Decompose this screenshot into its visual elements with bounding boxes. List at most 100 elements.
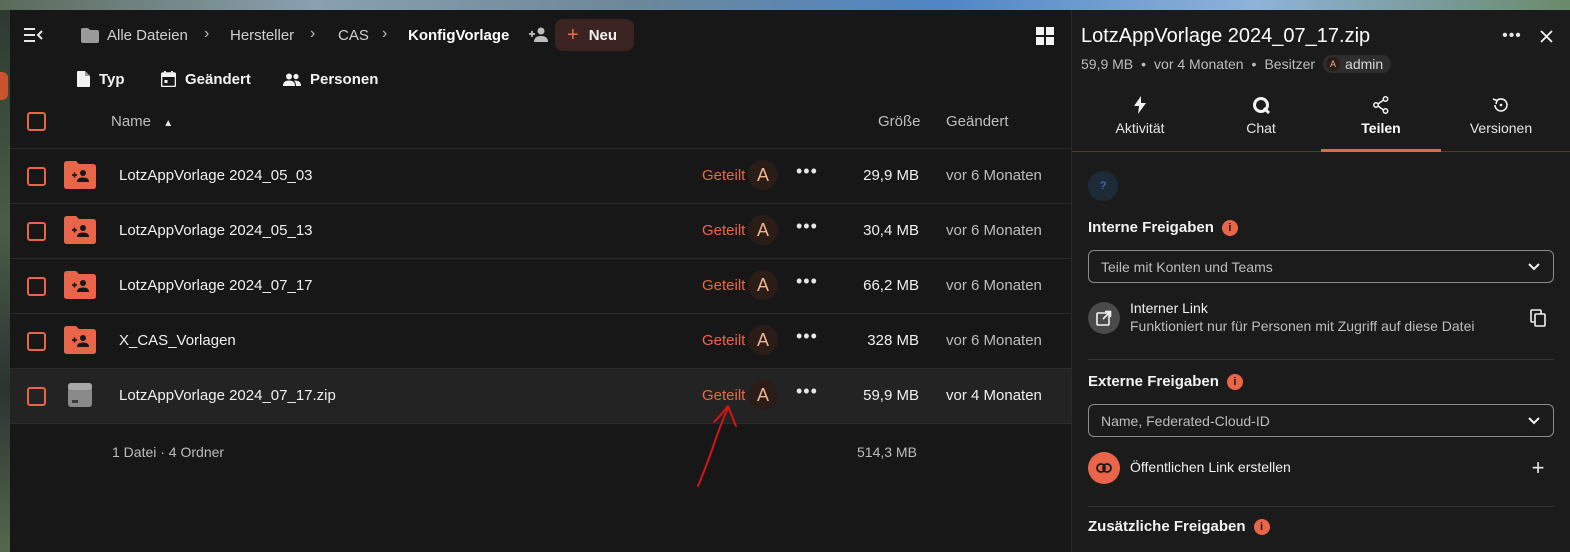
- avatar[interactable]: A: [748, 270, 778, 300]
- sidebar-file-size: 59,9 MB: [1081, 56, 1134, 72]
- more-actions-icon[interactable]: •••: [796, 216, 818, 237]
- internal-link-title: Interner Link: [1130, 300, 1208, 316]
- file-name[interactable]: LotzAppVorlage 2024_07_17: [119, 277, 313, 294]
- file-size: 66,2 MB: [863, 277, 919, 294]
- owner-chip[interactable]: A admin: [1323, 55, 1392, 73]
- more-actions-icon[interactable]: •••: [796, 326, 818, 347]
- details-sidebar: LotzAppVorlage 2024_07_17.zip ••• 59,9 M…: [1071, 10, 1570, 552]
- column-header-changed[interactable]: Geändert: [946, 113, 1009, 130]
- file-name[interactable]: LotzAppVorlage 2024_05_03: [119, 167, 313, 184]
- tab-share[interactable]: Teilen: [1321, 94, 1441, 152]
- table-row[interactable]: LotzAppVorlage 2024_05_03 Geteilt A ••• …: [10, 148, 1071, 203]
- more-actions-icon[interactable]: •••: [796, 161, 818, 182]
- desktop-background-top: [0, 0, 1570, 10]
- filter-type-button[interactable]: Typ: [77, 68, 125, 90]
- close-icon[interactable]: [1534, 24, 1558, 48]
- grid-view-icon[interactable]: [1035, 26, 1055, 46]
- more-actions-icon[interactable]: •••: [796, 381, 818, 402]
- shared-status-link[interactable]: Geteilt: [702, 222, 745, 239]
- internal-share-select[interactable]: Teile mit Konten und Teams: [1088, 250, 1554, 283]
- row-checkbox[interactable]: [27, 167, 46, 186]
- shared-status-link[interactable]: Geteilt: [702, 167, 745, 184]
- tab-versions[interactable]: Versionen: [1441, 94, 1561, 152]
- file-modified: vor 6 Monaten: [946, 277, 1042, 294]
- file-icon: [77, 71, 90, 87]
- column-header-name[interactable]: Name ▲: [111, 113, 173, 130]
- share-folder-icon[interactable]: [528, 25, 550, 45]
- total-size-summary: 514,3 MB: [857, 444, 917, 460]
- top-bar: Alle Dateien › Hersteller › CAS › Konfig…: [10, 10, 1071, 62]
- filter-people-button[interactable]: Personen: [283, 68, 378, 90]
- row-checkbox[interactable]: [27, 277, 46, 296]
- internal-link-row[interactable]: Interner Link Funktioniert nur für Perso…: [1088, 300, 1554, 340]
- breadcrumb-item-current[interactable]: KonfigVorlage: [408, 27, 509, 44]
- owner-label: Besitzer: [1264, 56, 1316, 72]
- history-icon: [1441, 94, 1561, 120]
- info-icon[interactable]: i: [1253, 518, 1270, 535]
- copy-icon[interactable]: [1526, 306, 1550, 330]
- file-name[interactable]: X_CAS_Vorlagen: [119, 332, 236, 349]
- desktop-background-left: [0, 10, 10, 552]
- file-name[interactable]: LotzAppVorlage 2024_07_17.zip: [119, 387, 336, 404]
- file-modified: vor 6 Monaten: [946, 332, 1042, 349]
- plus-icon: +: [567, 24, 579, 46]
- info-icon[interactable]: i: [1226, 373, 1243, 390]
- background-app-tab[interactable]: [0, 72, 8, 100]
- section-divider: [1088, 506, 1554, 507]
- external-link-icon: [1088, 302, 1120, 334]
- internal-shares-heading: Interne Freigaben i: [1088, 219, 1238, 236]
- row-checkbox[interactable]: [27, 222, 46, 241]
- table-row[interactable]: LotzAppVorlage 2024_05_13 Geteilt A ••• …: [10, 203, 1071, 258]
- navigation-toggle-icon[interactable]: [22, 24, 46, 46]
- row-checkbox[interactable]: [27, 387, 46, 406]
- file-size: 59,9 MB: [863, 387, 919, 404]
- add-icon[interactable]: +: [1526, 455, 1550, 480]
- help-icon[interactable]: ?: [1088, 171, 1118, 201]
- sidebar-modified: vor 4 Monaten: [1154, 56, 1244, 72]
- shared-folder-icon: [64, 216, 96, 244]
- select-all-checkbox[interactable]: [27, 112, 46, 131]
- table-footer-divider: [10, 423, 1071, 424]
- file-name[interactable]: LotzAppVorlage 2024_05_13: [119, 222, 313, 239]
- external-share-select[interactable]: Name, Federated-Cloud-ID: [1088, 404, 1554, 437]
- file-size: 30,4 MB: [863, 222, 919, 239]
- column-header-size[interactable]: Größe: [878, 113, 921, 130]
- file-modified: vor 6 Monaten: [946, 222, 1042, 239]
- tab-chat[interactable]: Chat: [1201, 94, 1321, 152]
- sidebar-more-icon[interactable]: •••: [1500, 27, 1524, 44]
- new-button[interactable]: + Neu: [555, 19, 634, 51]
- chevron-down-icon: [1528, 417, 1540, 425]
- avatar[interactable]: A: [748, 160, 778, 190]
- chevron-right-icon: ›: [310, 25, 316, 42]
- file-modified: vor 6 Monaten: [946, 167, 1042, 184]
- sidebar-title: LotzAppVorlage 2024_07_17.zip: [1081, 25, 1371, 47]
- shared-folder-icon: [64, 161, 96, 189]
- avatar[interactable]: A: [748, 380, 778, 410]
- row-checkbox[interactable]: [27, 332, 46, 351]
- shared-status-link[interactable]: Geteilt: [702, 332, 745, 349]
- tab-activity[interactable]: Aktivität: [1080, 94, 1200, 152]
- link-icon: [1088, 452, 1120, 484]
- breadcrumb-item-hersteller[interactable]: Hersteller: [230, 27, 294, 44]
- internal-link-description: Funktioniert nur für Personen mit Zugrif…: [1130, 318, 1475, 334]
- files-app: Alle Dateien › Hersteller › CAS › Konfig…: [10, 10, 1570, 552]
- chevron-down-icon: [1528, 263, 1540, 271]
- file-list-panel: Alle Dateien › Hersteller › CAS › Konfig…: [10, 10, 1071, 552]
- chat-icon: [1201, 94, 1321, 120]
- filter-modified-button[interactable]: Geändert: [161, 68, 251, 90]
- public-link-row[interactable]: Öffentlichen Link erstellen +: [1088, 450, 1554, 490]
- shared-folder-icon: [64, 271, 96, 299]
- breadcrumb-item-alle-dateien[interactable]: Alle Dateien: [107, 27, 188, 44]
- avatar[interactable]: A: [748, 325, 778, 355]
- table-row[interactable]: LotzAppVorlage 2024_07_17 Geteilt A ••• …: [10, 258, 1071, 313]
- more-actions-icon[interactable]: •••: [796, 271, 818, 292]
- table-row[interactable]: LotzAppVorlage 2024_07_17.zip Geteilt A …: [10, 368, 1071, 423]
- shared-status-link[interactable]: Geteilt: [702, 277, 745, 294]
- info-icon[interactable]: i: [1221, 219, 1238, 236]
- file-modified: vor 4 Monaten: [946, 387, 1042, 404]
- chevron-right-icon: ›: [204, 25, 210, 42]
- table-row[interactable]: X_CAS_Vorlagen Geteilt A ••• 328 MB vor …: [10, 313, 1071, 368]
- section-divider: [1088, 359, 1554, 360]
- avatar[interactable]: A: [748, 215, 778, 245]
- breadcrumb-item-cas[interactable]: CAS: [338, 27, 369, 44]
